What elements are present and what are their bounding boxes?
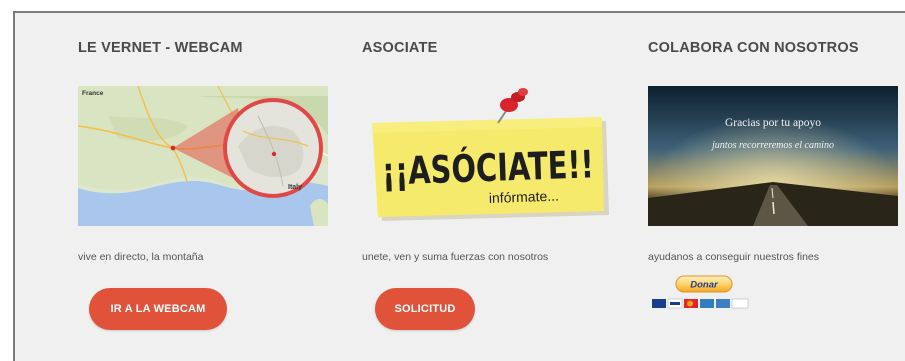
- colabora-heading: COLABORA CON NOSOTROS: [648, 40, 859, 56]
- asociate-widget: ASOCIATE ¡¡ASÓCIATE!! infórmate... unete…: [362, 13, 622, 361]
- map-label-france: France: [82, 90, 104, 97]
- solicitud-button[interactable]: SOLICITUD: [375, 288, 475, 330]
- thanks-line: Gracias por tu apoyo: [725, 117, 821, 129]
- webcam-widget: LE VERNET - WEBCAM France Italy vive en …: [78, 13, 338, 361]
- footer-widgets-panel: LE VERNET - WEBCAM France Italy vive en …: [13, 11, 905, 361]
- colabora-description: ayudanos a conseguir nuestros fines: [648, 251, 820, 263]
- paypal-donate[interactable]: Donar: [650, 275, 752, 316]
- webcam-map-image[interactable]: France Italy: [78, 86, 328, 226]
- asociate-heading: ASOCIATE: [362, 40, 438, 56]
- colabora-widget: COLABORA CON NOSOTROS Gracias por tu apo…: [648, 13, 905, 361]
- webcam-description: vive en directo, la montaña: [78, 251, 204, 263]
- colabora-road-image: Gracias por tu apoyo juntos recorreremos…: [648, 86, 898, 226]
- note-title: ¡¡ASÓCIATE!!: [381, 142, 594, 193]
- webcam-heading: LE VERNET - WEBCAM: [78, 40, 243, 56]
- asociate-note-image[interactable]: ¡¡ASÓCIATE!! infórmate...: [368, 83, 618, 233]
- map-label-italy: Italy: [288, 184, 302, 191]
- motto-line: juntos recorreremos el camino: [710, 140, 834, 151]
- card-logos-icon: [652, 298, 749, 309]
- donate-label: Donar: [690, 280, 719, 291]
- webcam-button[interactable]: IR A LA WEBCAM: [89, 288, 227, 330]
- note-subtitle: infórmate...: [489, 188, 560, 206]
- asociate-description: unete, ven y suma fuerzas con nosotros: [362, 251, 549, 263]
